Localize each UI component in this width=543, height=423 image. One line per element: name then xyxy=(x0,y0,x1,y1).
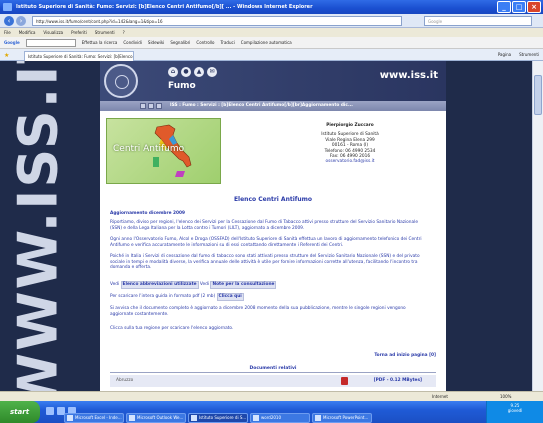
search-input[interactable]: Google xyxy=(424,16,532,26)
address-toolbar: ‹ › http://www.iss.it/fumo/cent/cont.php… xyxy=(0,14,543,28)
italy-map-image: Centri Antifumo xyxy=(106,118,221,184)
document-region: Abruzzo xyxy=(116,378,134,383)
left-background-band: WWW.ISS.IT xyxy=(0,61,100,391)
autofill-button[interactable]: Compilazione automatica xyxy=(241,40,292,45)
minimize-button[interactable]: _ xyxy=(497,1,511,13)
accessibility-icon[interactable]: ● xyxy=(181,67,191,77)
site-header: ⌂ ● ▲ ✉ Fumo www.iss.it xyxy=(100,61,446,101)
translate-button[interactable]: Traduci xyxy=(220,40,234,45)
menu-bar: File Modifica Visualizza Preferiti Strum… xyxy=(0,28,543,37)
scrollbar-thumb[interactable] xyxy=(534,75,542,115)
contact-icon[interactable]: ✉ xyxy=(207,67,217,77)
watermark-text: WWW.ISS.IT xyxy=(6,61,70,391)
text-size-icon[interactable] xyxy=(156,103,162,109)
map-caption: Centri Antifumo xyxy=(113,144,185,154)
menu-item-help[interactable]: ? xyxy=(123,28,125,37)
page-content: ⌂ ● ▲ ✉ Fumo www.iss.it ISS : Fumo : Ser… xyxy=(100,61,446,391)
tab-bar: ★ Istituto Superiore di Sanità: Fumo: Se… xyxy=(0,49,543,61)
pdf-icon[interactable] xyxy=(341,377,348,385)
taskbar-item-outlook[interactable]: Microsoft Outlook We... xyxy=(126,413,186,423)
download-row: Per scaricare l'intera guida in formato … xyxy=(110,293,430,301)
taskbar-item-ie[interactable]: Istituto Superiore di S... xyxy=(188,413,248,423)
menu-item-visualizza[interactable]: Visualizza xyxy=(43,28,63,37)
maximize-button[interactable]: □ xyxy=(512,1,526,13)
related-documents-heading: Documenti relativi xyxy=(110,364,436,373)
folder-icon xyxy=(253,415,259,421)
outlook-icon xyxy=(129,415,135,421)
osservatorio-paragraph: Ogni anno l'Osservatorio Fumo, Alcol e D… xyxy=(110,237,422,248)
back-icon[interactable]: ‹ xyxy=(4,16,14,26)
download-link[interactable]: Clicca qui xyxy=(216,293,244,301)
google-logo: Google xyxy=(4,40,20,45)
tab-active[interactable]: Istituto Superiore di Sanità: Fumo: Serv… xyxy=(24,51,134,61)
powerpoint-icon xyxy=(315,415,321,421)
window-titlebar[interactable]: Istituto Superiore di Sanità: Fumo: Serv… xyxy=(0,0,543,14)
task-label: Microsoft Excel - Inde... xyxy=(75,415,122,420)
breadcrumb: ISS : Fumo : Servizi : [b]Elenco Centri … xyxy=(100,101,446,111)
print-icon[interactable] xyxy=(140,103,146,109)
google-search-button[interactable]: Effettua la ricerca xyxy=(82,40,118,45)
task-label: Istituto Superiore di S... xyxy=(199,415,247,420)
section-title: Fumo xyxy=(168,81,196,91)
forward-icon[interactable]: › xyxy=(16,16,26,26)
check-button[interactable]: Controllo xyxy=(196,40,214,45)
start-button[interactable]: start xyxy=(0,401,40,423)
menu-item-strumenti[interactable]: Strumenti xyxy=(95,28,115,37)
google-search-input[interactable] xyxy=(25,38,76,47)
iss-seal-logo[interactable] xyxy=(104,64,138,98)
download-text: Per scaricare l'intera guida in formato … xyxy=(110,294,216,299)
clock-day: giovedì xyxy=(507,408,523,413)
see-also-row: Vedi Elenco abbreviazioni utilizzate Ved… xyxy=(110,281,430,289)
ie-icon xyxy=(3,3,12,11)
contact-email-link[interactable]: osservatorio.fad@iss.it xyxy=(270,159,430,164)
breadcrumb-text[interactable]: ISS : Fumo : Servizi : [b]Elenco Centri … xyxy=(170,103,353,108)
back-to-top-link[interactable]: Torna ad inizio pagina [0] xyxy=(374,353,436,358)
close-button[interactable]: × xyxy=(527,1,541,13)
windows-taskbar: start Microsoft Excel - Inde... Microsof… xyxy=(0,401,543,423)
page-title: Elenco Centri Antifumo xyxy=(233,196,313,203)
url-input[interactable]: http://www.iss.it/fumo/cent/cont.php?id=… xyxy=(32,16,402,26)
task-label: word2010 xyxy=(261,415,282,420)
window-title: Istituto Superiore di Sanità: Fumo: Serv… xyxy=(16,4,313,10)
menu-item-preferiti[interactable]: Preferiti xyxy=(71,28,87,37)
see-label: Vedi xyxy=(110,282,120,287)
region-instruction: Clicca sulla tua regione per scaricare l… xyxy=(110,326,234,331)
taskbar-item-powerpoint[interactable]: Microsoft PowerPoint... xyxy=(312,413,372,423)
taskbar-item-excel[interactable]: Microsoft Excel - Inde... xyxy=(64,413,124,423)
abbreviations-link[interactable]: Elenco abbreviazioni utilizzate xyxy=(120,281,199,289)
quicklaunch-ie-icon[interactable] xyxy=(46,407,54,415)
see-label: Vedi xyxy=(199,282,210,287)
intro-paragraph: Riportiamo, diviso per regioni, l'elenco… xyxy=(110,220,418,231)
notes-link[interactable]: Note per la consultazione xyxy=(210,281,277,289)
page-menu[interactable]: Pagina xyxy=(498,51,511,59)
home-icon[interactable]: ⌂ xyxy=(168,67,178,77)
tools-menu[interactable]: Strumenti xyxy=(519,51,539,59)
site-domain[interactable]: www.iss.it xyxy=(380,70,438,81)
excel-icon xyxy=(67,415,73,421)
task-label: Microsoft Outlook We... xyxy=(137,415,184,420)
contact-name: Pierpiorgio Zuccaro xyxy=(326,123,374,128)
mail-icon[interactable] xyxy=(148,103,154,109)
ie-icon xyxy=(191,415,197,421)
google-toolbar: Google Effettua la ricerca Condividi Sid… xyxy=(0,37,543,49)
sitemap-icon[interactable]: ▲ xyxy=(194,67,204,77)
sidewiki-button[interactable]: Sidewiki xyxy=(148,40,164,45)
menu-item-modifica[interactable]: Modifica xyxy=(19,28,36,37)
status-bar: Internet 100% xyxy=(0,391,543,401)
vertical-scrollbar[interactable] xyxy=(532,61,543,391)
task-label: Microsoft PowerPoint... xyxy=(323,415,369,420)
taskbar-item-word[interactable]: word2010 xyxy=(250,413,310,423)
document-pdf-link[interactable]: [PDF - 0.12 MBytes] xyxy=(374,375,422,387)
contact-block: Pierpiorgio Zuccaro Istituto Superiore d… xyxy=(270,123,430,165)
system-tray: 9.25 giovedì xyxy=(486,401,543,423)
right-background-band xyxy=(446,61,532,391)
notice-paragraph: Si avvisa che il documento completo è ag… xyxy=(110,306,406,317)
document-row: Abruzzo [PDF - 0.12 MBytes] xyxy=(110,375,436,387)
bookmarks-button[interactable]: Segnalibri xyxy=(170,40,190,45)
menu-item-file[interactable]: File xyxy=(4,28,11,37)
services-paragraph: Poiché in Italia i Servizi di cessazione… xyxy=(110,254,420,271)
update-heading: Aggiornamento dicembre 2009 xyxy=(110,211,185,216)
share-button[interactable]: Condividi xyxy=(123,40,142,45)
favorites-star-icon[interactable]: ★ xyxy=(4,52,9,59)
